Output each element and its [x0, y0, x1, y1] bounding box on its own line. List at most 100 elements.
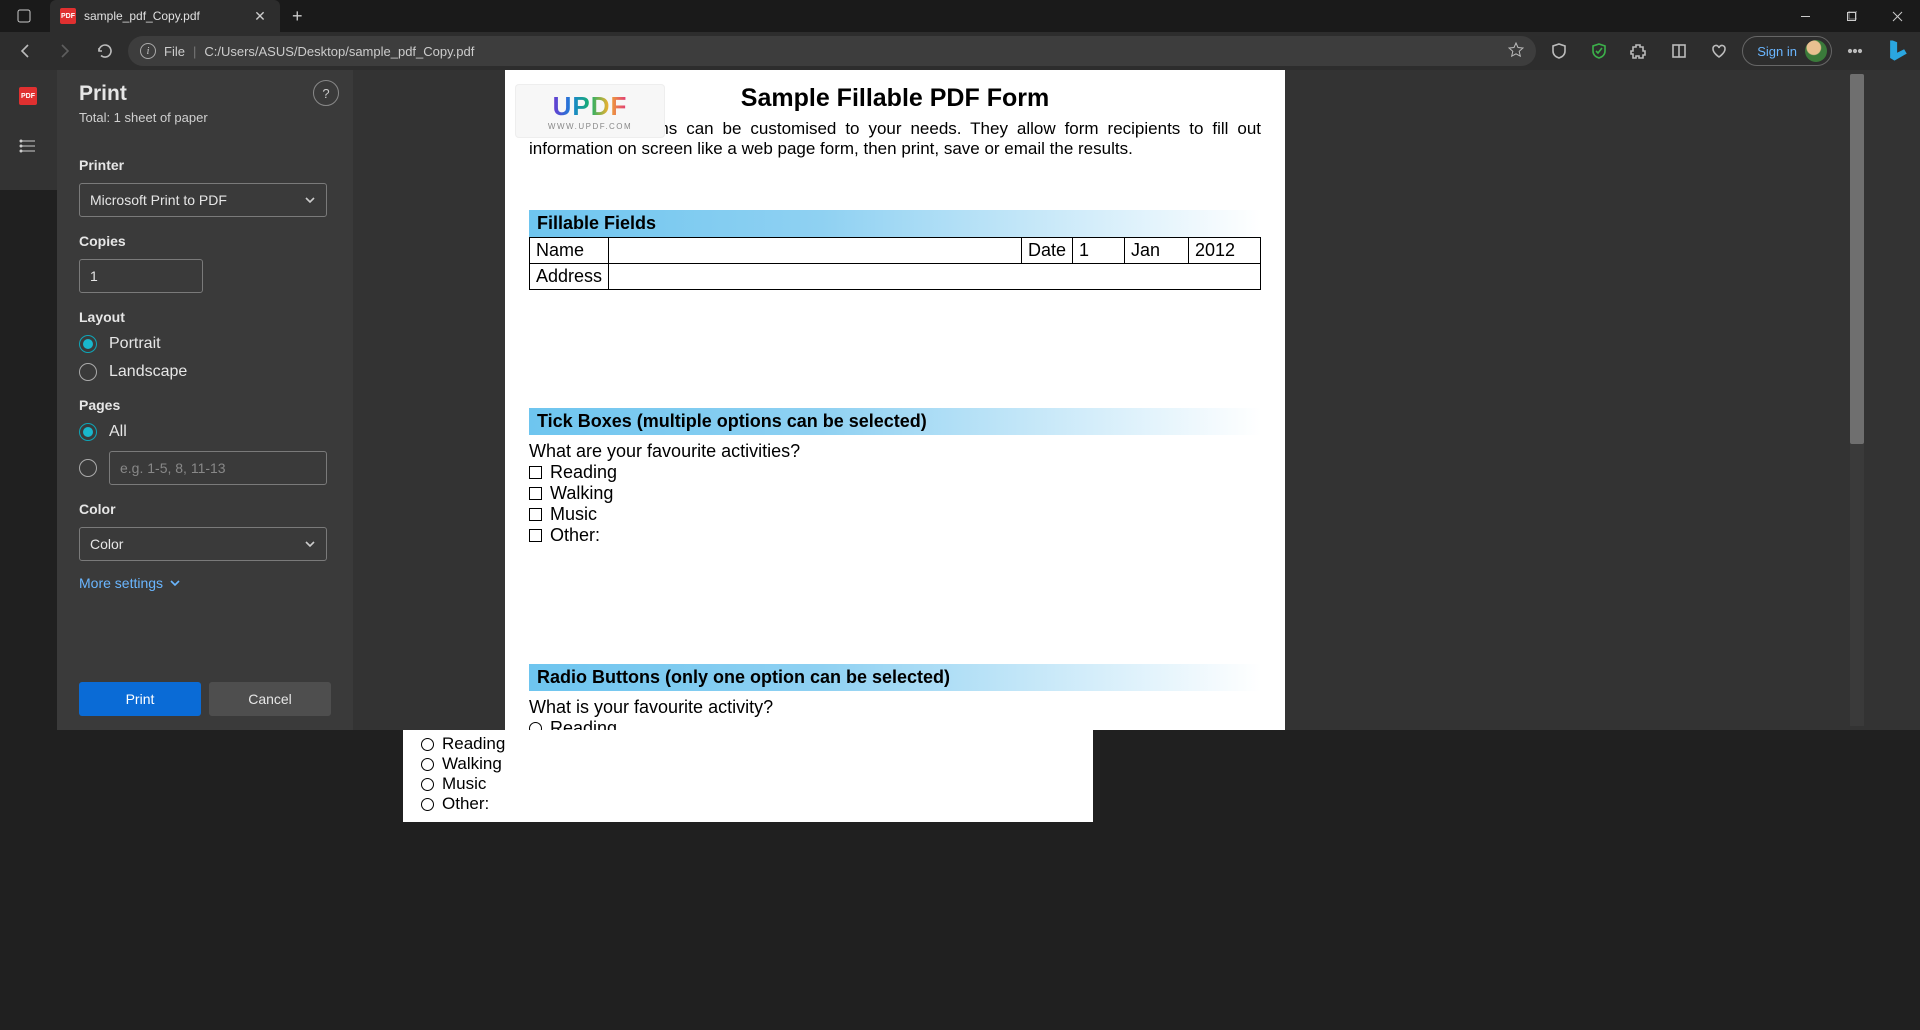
fillable-table: Name Date 1 Jan 2012 Address	[529, 237, 1261, 290]
tab-close-button[interactable]: ✕	[250, 8, 270, 25]
radio-circle-icon	[421, 798, 434, 811]
radio-circle-icon	[529, 722, 542, 730]
more-menu-button[interactable]	[1838, 34, 1872, 68]
tracking-prevention-button[interactable]	[1542, 34, 1576, 68]
tick-option-label: Walking	[550, 483, 613, 504]
print-help-button[interactable]: ?	[313, 80, 339, 106]
radio-option-label: Reading	[550, 718, 617, 730]
checkbox-icon	[529, 487, 542, 500]
radio-icon	[79, 335, 97, 353]
new-tab-button[interactable]: +	[280, 6, 315, 27]
watermark-sub: WWW.UPDF.COM	[548, 122, 632, 131]
minimize-button[interactable]	[1782, 0, 1828, 32]
radio-heading: Radio Buttons (only one option can be se…	[529, 664, 1261, 691]
print-preview: UPDF WWW.UPDF.COM Sample Fillable PDF Fo…	[353, 70, 1920, 730]
radio-icon	[79, 363, 97, 381]
address-bar-row: i File | C:/Users/ASUS/Desktop/sample_pd…	[0, 32, 1920, 70]
titlebar: PDF sample_pdf_Copy.pdf ✕ +	[0, 0, 1920, 32]
browser-tab[interactable]: PDF sample_pdf_Copy.pdf ✕	[50, 0, 280, 32]
tab-actions-button[interactable]	[0, 0, 48, 32]
pages-all-label: All	[109, 423, 127, 441]
print-button-label: Print	[126, 691, 155, 707]
copies-section-label: Copies	[79, 233, 331, 249]
radio-circle-icon	[421, 738, 434, 751]
radio-option-label: Other:	[442, 794, 489, 814]
pages-custom-radio[interactable]: e.g. 1-5, 8, 11-13	[79, 451, 331, 485]
tick-option[interactable]: Music	[529, 504, 1261, 525]
tick-option[interactable]: Reading	[529, 462, 1261, 483]
tick-option[interactable]: Walking	[529, 483, 1261, 504]
tick-option-label: Music	[550, 504, 597, 525]
more-settings-label: More settings	[79, 575, 163, 591]
radio-option-overflow[interactable]: Reading	[421, 734, 1075, 754]
radio-option-overflow[interactable]: Music	[421, 774, 1075, 794]
printer-value: Microsoft Print to PDF	[90, 192, 227, 208]
extensions-button[interactable]	[1622, 34, 1656, 68]
radio-option-overflow[interactable]: Other:	[421, 794, 1075, 814]
radio-question: What is your favourite activity?	[529, 697, 1261, 718]
printer-select[interactable]: Microsoft Print to PDF	[79, 183, 327, 217]
layout-portrait-label: Portrait	[109, 335, 161, 353]
pages-all-radio[interactable]: All	[79, 423, 331, 441]
radio-option-label: Music	[442, 774, 486, 794]
favorite-button[interactable]	[1508, 42, 1524, 61]
address-bar[interactable]: i File | C:/Users/ASUS/Desktop/sample_pd…	[128, 36, 1536, 66]
radio-icon	[79, 423, 97, 441]
maximize-button[interactable]	[1828, 0, 1874, 32]
chevron-down-icon	[304, 194, 316, 206]
tick-heading: Tick Boxes (multiple options can be sele…	[529, 408, 1261, 435]
back-button[interactable]	[8, 34, 42, 68]
address-separator: |	[193, 44, 196, 59]
cancel-button[interactable]: Cancel	[209, 682, 331, 716]
print-button[interactable]: Print	[79, 682, 201, 716]
address-scheme: File	[164, 44, 185, 59]
radio-option[interactable]: Reading	[529, 718, 1261, 730]
signin-label: Sign in	[1757, 44, 1797, 59]
signin-button[interactable]: Sign in	[1742, 36, 1832, 66]
address-label: Address	[530, 264, 609, 290]
pdf-app-icon: PDF	[4, 72, 52, 120]
layout-section-label: Layout	[79, 309, 331, 325]
contents-button[interactable]	[4, 122, 52, 170]
address-field[interactable]	[609, 264, 1261, 290]
collections-button[interactable]	[1662, 34, 1696, 68]
radio-circle-icon	[421, 778, 434, 791]
adblock-button[interactable]	[1582, 34, 1616, 68]
pdf-toolbar-left: PDF	[0, 70, 57, 190]
tick-question: What are your favourite activities?	[529, 441, 1261, 462]
layout-portrait-radio[interactable]: Portrait	[79, 335, 331, 353]
date-label: Date	[1021, 238, 1072, 264]
watermark-brand: UPDF	[553, 91, 628, 122]
checkbox-icon	[529, 529, 542, 542]
name-field[interactable]	[609, 238, 1022, 264]
browser-essentials-button[interactable]	[1702, 34, 1736, 68]
date-day[interactable]: 1	[1073, 238, 1125, 264]
tick-option[interactable]: Other:	[529, 525, 1261, 546]
layout-landscape-radio[interactable]: Landscape	[79, 363, 331, 381]
overflow-content: Reading Walking Music Other:	[403, 730, 1093, 822]
color-select[interactable]: Color	[79, 527, 327, 561]
chevron-down-icon	[304, 538, 316, 550]
date-month[interactable]: Jan	[1125, 238, 1189, 264]
bing-button[interactable]	[1884, 37, 1912, 65]
site-info-icon[interactable]: i	[140, 43, 156, 59]
name-label: Name	[530, 238, 609, 264]
radio-option-overflow[interactable]: Walking	[421, 754, 1075, 774]
layout-landscape-label: Landscape	[109, 363, 187, 381]
checkbox-icon	[529, 508, 542, 521]
close-window-button[interactable]	[1874, 0, 1920, 32]
more-settings-toggle[interactable]: More settings	[79, 575, 331, 591]
radio-option-label: Reading	[442, 734, 505, 754]
copies-input[interactable]	[79, 259, 203, 293]
print-title: Print	[79, 82, 331, 106]
pages-range-input[interactable]: e.g. 1-5, 8, 11-13	[109, 451, 327, 485]
checkbox-icon	[529, 466, 542, 479]
pdf-icon: PDF	[60, 8, 76, 24]
scrollbar-thumb[interactable]	[1850, 74, 1864, 444]
pages-range-placeholder: e.g. 1-5, 8, 11-13	[120, 460, 226, 476]
cancel-button-label: Cancel	[248, 691, 292, 707]
refresh-button[interactable]	[88, 34, 122, 68]
date-year[interactable]: 2012	[1189, 238, 1261, 264]
tab-title: sample_pdf_Copy.pdf	[84, 9, 242, 23]
square-icon	[16, 8, 32, 24]
